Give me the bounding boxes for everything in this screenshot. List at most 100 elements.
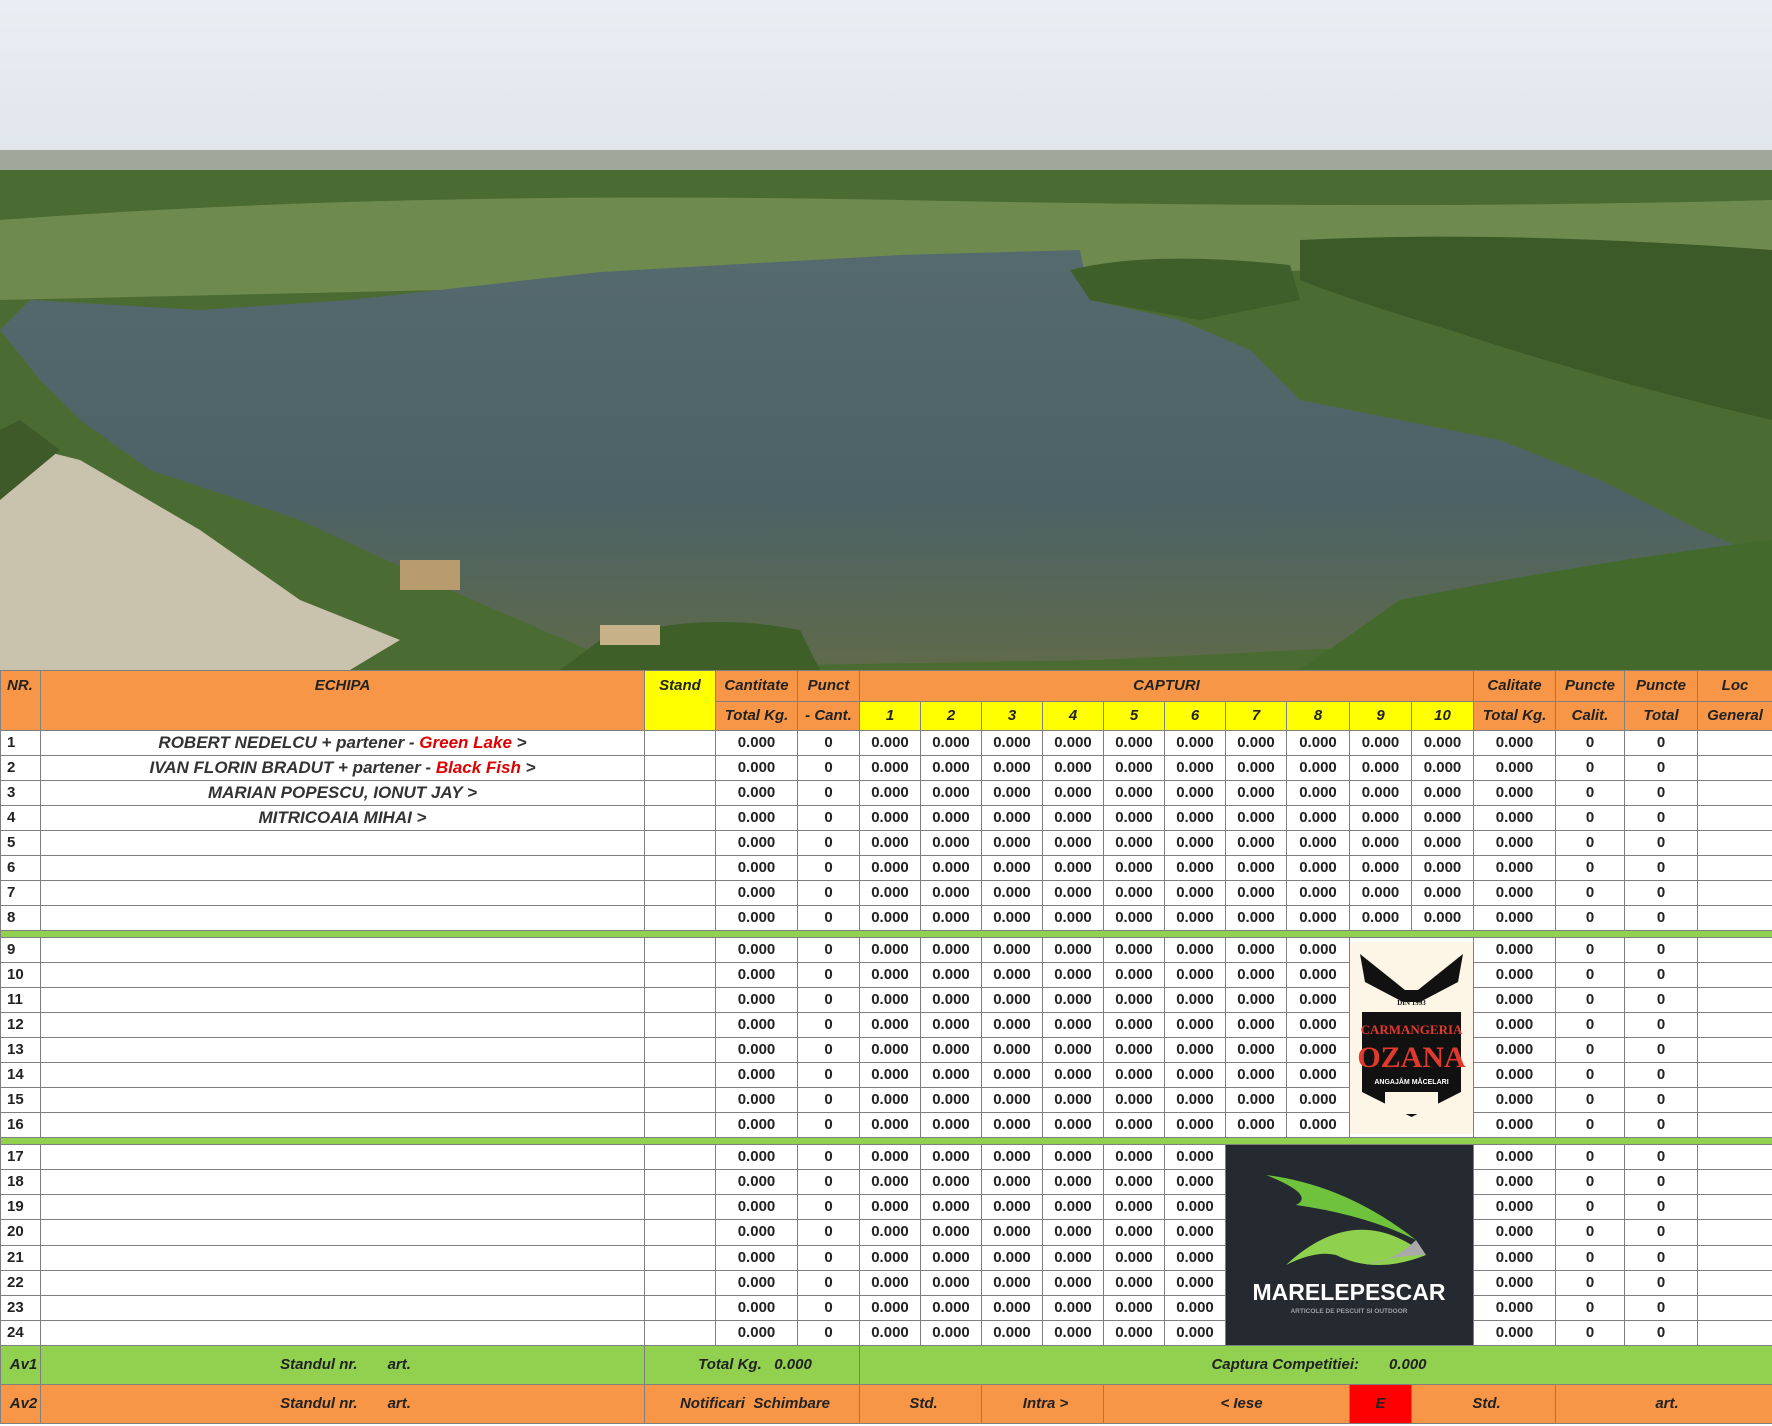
col-header-capture-9[interactable]: 9 xyxy=(1349,701,1412,731)
stand-cell[interactable] xyxy=(644,780,716,806)
capture-cell[interactable]: 0.000 xyxy=(1286,905,1350,931)
col-header-loc[interactable]: Loc xyxy=(1697,670,1772,702)
team-name-cell[interactable] xyxy=(40,855,645,881)
capture-cell[interactable]: 0.000 xyxy=(1410,780,1475,806)
capture-cell[interactable]: 0.000 xyxy=(859,855,921,881)
team-name-cell[interactable] xyxy=(40,1294,645,1321)
capture-cell[interactable]: 0.000 xyxy=(1286,937,1350,963)
loc-general-cell[interactable] xyxy=(1697,1269,1772,1296)
capture-cell[interactable]: 0.000 xyxy=(1225,962,1287,988)
capture-cell[interactable]: 0.000 xyxy=(1164,1319,1226,1347)
capture-cell[interactable]: 0.000 xyxy=(1164,1269,1226,1296)
team-name-cell[interactable] xyxy=(40,1037,645,1063)
stand-cell[interactable] xyxy=(644,1219,716,1246)
capture-cell[interactable]: 0.000 xyxy=(1103,937,1165,963)
row-number[interactable]: 1 xyxy=(0,730,41,756)
stand-cell[interactable] xyxy=(644,1112,716,1138)
col-header-punct-sub[interactable]: - Cant. xyxy=(797,701,860,731)
capture-cell[interactable]: 0.000 xyxy=(981,1037,1043,1063)
capture-cell[interactable]: 0.000 xyxy=(1349,855,1412,881)
capture-cell[interactable]: 0.000 xyxy=(1103,1143,1165,1171)
total-kg-cell[interactable]: 0.000 xyxy=(715,1244,798,1271)
puncte-total-cell[interactable]: 0 xyxy=(1624,1087,1699,1113)
team-name-cell[interactable] xyxy=(40,1062,645,1088)
loc-general-cell[interactable] xyxy=(1697,1319,1772,1347)
capture-cell[interactable]: 0.000 xyxy=(1349,730,1412,756)
capture-cell[interactable]: 0.000 xyxy=(1349,830,1412,856)
puncte-total-cell[interactable]: 0 xyxy=(1624,1294,1699,1321)
puncte-total-cell[interactable]: 0 xyxy=(1624,1037,1699,1063)
capture-cell[interactable]: 0.000 xyxy=(981,1012,1043,1038)
capture-cell[interactable]: 0.000 xyxy=(920,755,982,781)
capture-cell[interactable]: 0.000 xyxy=(981,1087,1043,1113)
capture-cell[interactable]: 0.000 xyxy=(981,987,1043,1013)
col-header-capturi[interactable]: CAPTURI xyxy=(858,670,1475,702)
capture-cell[interactable]: 0.000 xyxy=(1103,1037,1165,1063)
art2-label[interactable]: art. xyxy=(1555,1384,1772,1424)
capture-cell[interactable]: 0.000 xyxy=(1103,780,1165,806)
capture-cell[interactable]: 0.000 xyxy=(1286,755,1350,781)
loc-general-cell[interactable] xyxy=(1697,962,1772,988)
total-kg-cell[interactable]: 0.000 xyxy=(715,1294,798,1321)
col-header-puncte-total[interactable]: Puncte xyxy=(1624,670,1699,702)
capture-cell[interactable]: 0.000 xyxy=(981,1112,1043,1138)
row-number[interactable]: 4 xyxy=(0,805,41,831)
capture-cell[interactable]: 0.000 xyxy=(859,1062,921,1088)
punct-cant-cell[interactable]: 0 xyxy=(797,1244,860,1271)
col-header-capture-10[interactable]: 10 xyxy=(1410,701,1475,731)
team-name-cell[interactable] xyxy=(40,905,645,931)
team-name-cell[interactable] xyxy=(40,1087,645,1113)
puncte-total-cell[interactable]: 0 xyxy=(1624,1012,1699,1038)
col-header-capture-6[interactable]: 6 xyxy=(1164,701,1226,731)
col-header-capture-1[interactable]: 1 xyxy=(859,701,921,731)
capture-cell[interactable]: 0.000 xyxy=(1042,1062,1104,1088)
capture-cell[interactable]: 0.000 xyxy=(859,1037,921,1063)
capture-cell[interactable]: 0.000 xyxy=(1042,937,1104,963)
puncte-calit-cell[interactable]: 0 xyxy=(1555,780,1626,806)
loc-general-cell[interactable] xyxy=(1697,1219,1772,1246)
capture-cell[interactable]: 0.000 xyxy=(920,780,982,806)
row-number[interactable]: 23 xyxy=(0,1294,41,1321)
capture-cell[interactable]: 0.000 xyxy=(1286,1037,1350,1063)
capture-cell[interactable]: 0.000 xyxy=(1042,1294,1104,1321)
capture-cell[interactable]: 0.000 xyxy=(1164,880,1226,906)
team-name-cell[interactable] xyxy=(40,1244,645,1271)
row-number[interactable]: 11 xyxy=(0,987,41,1013)
capture-cell[interactable]: 0.000 xyxy=(1164,1169,1226,1196)
capture-cell[interactable]: 0.000 xyxy=(920,855,982,881)
col-header-puncte-total-sub[interactable]: Total xyxy=(1624,701,1699,731)
puncte-calit-cell[interactable]: 0 xyxy=(1555,987,1626,1013)
capture-cell[interactable]: 0.000 xyxy=(1225,1112,1287,1138)
col-header-calitate[interactable]: Calitate xyxy=(1473,670,1557,702)
stand-cell[interactable] xyxy=(644,1294,716,1321)
calitate-cell[interactable]: 0.000 xyxy=(1473,830,1557,856)
row-number[interactable]: 24 xyxy=(0,1319,41,1347)
puncte-total-cell[interactable]: 0 xyxy=(1624,1269,1699,1296)
capture-cell[interactable]: 0.000 xyxy=(1103,905,1165,931)
row-number[interactable]: 21 xyxy=(0,1244,41,1271)
team-name-cell[interactable] xyxy=(40,880,645,906)
capture-cell[interactable]: 0.000 xyxy=(1103,1244,1165,1271)
puncte-total-cell[interactable]: 0 xyxy=(1624,830,1699,856)
puncte-calit-cell[interactable]: 0 xyxy=(1555,1087,1626,1113)
col-header-capture-8[interactable]: 8 xyxy=(1286,701,1350,731)
capture-cell[interactable]: 0.000 xyxy=(1164,830,1226,856)
capture-cell[interactable]: 0.000 xyxy=(859,1269,921,1296)
capture-cell[interactable]: 0.000 xyxy=(1410,805,1475,831)
capture-cell[interactable]: 0.000 xyxy=(920,1143,982,1171)
loc-general-cell[interactable] xyxy=(1697,805,1772,831)
capture-cell[interactable]: 0.000 xyxy=(1225,805,1287,831)
capture-cell[interactable]: 0.000 xyxy=(1103,830,1165,856)
capture-cell[interactable]: 0.000 xyxy=(981,1294,1043,1321)
capture-cell[interactable]: 0.000 xyxy=(1042,962,1104,988)
capture-cell[interactable]: 0.000 xyxy=(1164,1062,1226,1088)
total-kg-cell[interactable]: 0.000 xyxy=(715,987,798,1013)
puncte-calit-cell[interactable]: 0 xyxy=(1555,1012,1626,1038)
loc-general-cell[interactable] xyxy=(1697,1112,1772,1138)
capture-cell[interactable]: 0.000 xyxy=(981,1319,1043,1347)
col-header-capture-2[interactable]: 2 xyxy=(920,701,982,731)
punct-cant-cell[interactable]: 0 xyxy=(797,987,860,1013)
punct-cant-cell[interactable]: 0 xyxy=(797,830,860,856)
capture-cell[interactable]: 0.000 xyxy=(920,1169,982,1196)
capture-cell[interactable]: 0.000 xyxy=(859,1244,921,1271)
